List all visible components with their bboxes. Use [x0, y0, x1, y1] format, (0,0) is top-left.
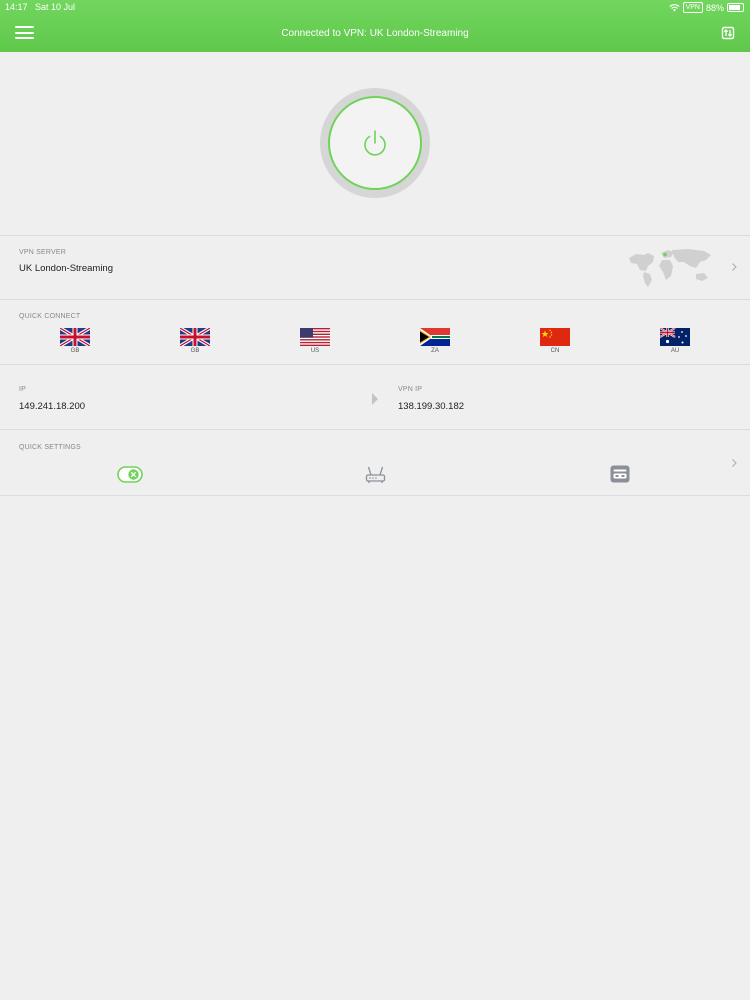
- quick-connect-us[interactable]: US: [295, 328, 335, 354]
- chevron-right-icon: [732, 263, 737, 271]
- country-code: CN: [550, 348, 560, 354]
- status-date: Sat 10 Jul: [35, 2, 76, 12]
- country-code: GB: [190, 348, 200, 354]
- router-icon[interactable]: [365, 466, 386, 489]
- world-map-icon: [629, 249, 711, 287]
- ip-label: IP: [19, 386, 27, 393]
- quick-connect-gb-2[interactable]: GB: [175, 328, 215, 354]
- quick-connect-cn[interactable]: CN: [535, 328, 575, 354]
- vpn-ip-label: VPN IP: [398, 386, 423, 393]
- uk-flag-icon: [60, 328, 90, 346]
- au-flag-icon: [660, 328, 690, 346]
- quick-connect-row: QUICK CONNECT GB GB US ZA CN AU: [0, 299, 750, 365]
- power-button[interactable]: [328, 96, 422, 190]
- adblock-icon[interactable]: [610, 465, 630, 488]
- uk-flag-icon: [180, 328, 210, 346]
- page-title: Connected to VPN: UK London-Streaming: [281, 28, 469, 39]
- quick-settings-label: QUICK SETTINGS: [19, 444, 81, 451]
- power-icon: [364, 130, 386, 156]
- vpn-ip-value: 138.199.30.182: [398, 401, 465, 412]
- quick-connect-label: QUICK CONNECT: [19, 313, 81, 320]
- arrow-right-icon: [372, 393, 378, 405]
- switch-server-icon[interactable]: [720, 26, 736, 40]
- battery-icon: [727, 3, 744, 12]
- wifi-icon: [668, 3, 680, 11]
- kill-switch-toggle-icon[interactable]: [117, 466, 143, 488]
- status-time: 14:17: [5, 2, 28, 12]
- country-code: US: [310, 348, 320, 354]
- us-flag-icon: [300, 328, 330, 346]
- country-code: ZA: [431, 348, 439, 354]
- top-bar: 14:17 Sat 10 Jul VPN 88% Connected to VP…: [0, 0, 750, 52]
- quick-connect-gb-1[interactable]: GB: [55, 328, 95, 354]
- ip-row: IP 149.241.18.200 VPN IP 138.199.30.182: [0, 364, 750, 430]
- chevron-right-icon: [732, 459, 737, 467]
- quick-connect-au[interactable]: AU: [655, 328, 695, 354]
- za-flag-icon: [420, 328, 450, 346]
- status-indicators: VPN 88%: [668, 2, 744, 13]
- vpn-server-value: UK London-Streaming: [19, 263, 113, 274]
- vpn-status-badge: VPN: [682, 2, 703, 13]
- vpn-server-row[interactable]: VPN SERVER UK London-Streaming: [0, 235, 750, 300]
- connection-ring: [320, 88, 430, 198]
- ip-value: 149.241.18.200: [19, 401, 86, 412]
- country-code: GB: [70, 348, 80, 354]
- quick-connect-za[interactable]: ZA: [415, 328, 455, 354]
- vpn-server-label: VPN SERVER: [19, 249, 66, 256]
- battery-percent: 88%: [705, 2, 724, 13]
- country-code: AU: [670, 348, 680, 354]
- cn-flag-icon: [540, 328, 570, 346]
- quick-settings-row[interactable]: QUICK SETTINGS: [0, 429, 750, 496]
